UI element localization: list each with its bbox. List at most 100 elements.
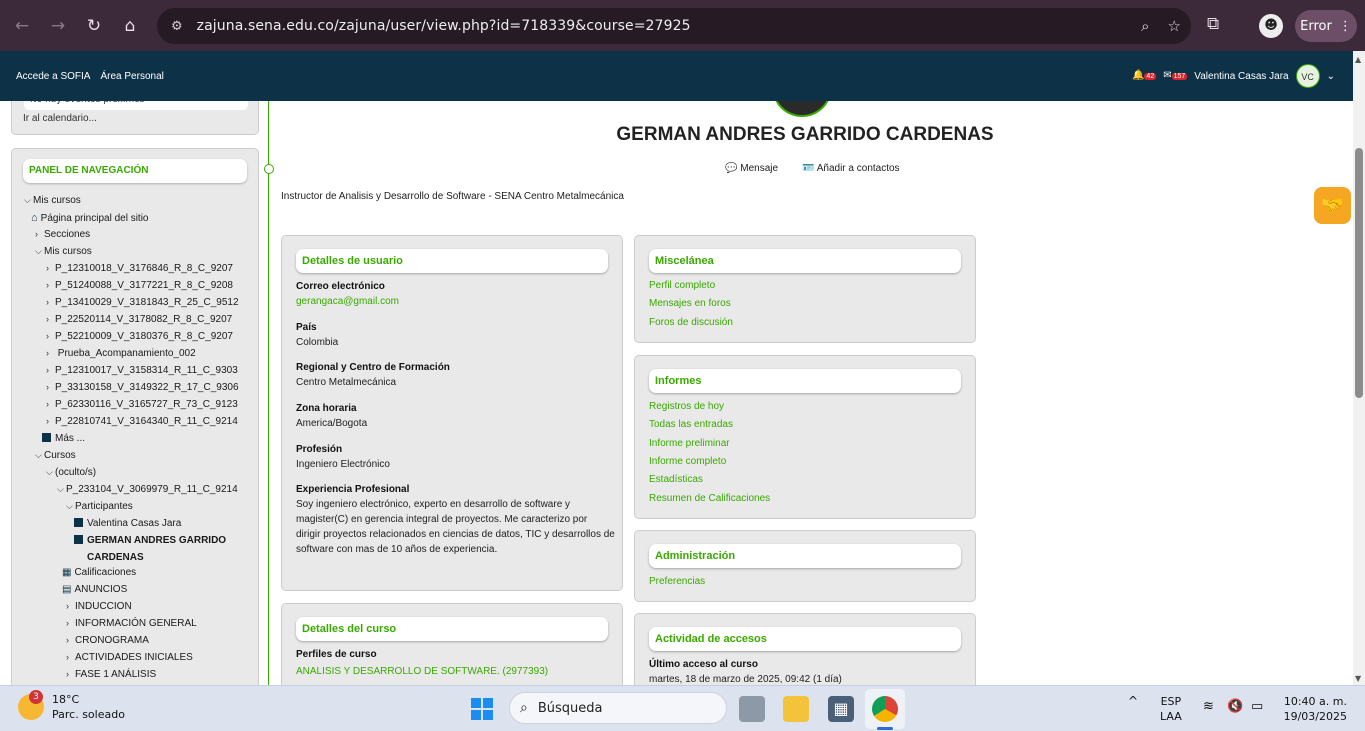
course-profile-link[interactable]: ANALISIS Y DESARROLLO DE SOFTWARE. (2977…: [296, 666, 548, 677]
tree-item[interactable]: › P_52210009_V_3180376_R_8_C_9207: [46, 331, 233, 342]
tree-item[interactable]: › INDUCCION: [66, 601, 132, 612]
tree-item[interactable]: › P_12310017_V_3158314_R_11_C_9303: [46, 365, 238, 376]
tree-item[interactable]: › P_13410029_V_3181843_R_25_C_9512: [46, 297, 239, 308]
tree-item[interactable]: ⌵ Participantes: [66, 501, 133, 512]
error-label: Error: [1300, 18, 1332, 34]
tree-item[interactable]: ⌵ Mis cursos: [35, 246, 92, 257]
add-contact-button[interactable]: 🪪 Añadir a contactos: [802, 163, 900, 174]
tree-label: INDUCCION: [75, 601, 132, 612]
tree-item[interactable]: › CRONOGRAMA: [66, 635, 149, 646]
tree-item[interactable]: › ACTIVIDADES INICIALES: [66, 652, 193, 663]
tree-item[interactable]: › P_12310018_V_3176846_R_8_C_9207: [46, 263, 233, 274]
report-link[interactable]: Estadísticas: [649, 474, 703, 485]
report-link[interactable]: Informe completo: [649, 456, 726, 467]
calculator-icon[interactable]: ▦: [828, 696, 854, 722]
chevron-right-icon: ›: [35, 229, 38, 239]
tree-item[interactable]: ⌵ P_233104_V_3069979_R_11_C_9214: [57, 484, 238, 495]
extensions-icon[interactable]: ⧉: [1207, 14, 1219, 34]
tree-item[interactable]: ⌵ Mis cursos: [24, 195, 81, 206]
back-icon[interactable]: ←: [4, 8, 40, 44]
tree-item-active[interactable]: GERMAN ANDRES GARRIDO: [74, 535, 226, 546]
page-scrollbar[interactable]: ▲ ▼: [1353, 51, 1365, 685]
tree-item[interactable]: ⌂ Página principal del sitio: [31, 212, 149, 224]
tree-label: Cursos: [44, 450, 76, 461]
task-view-icon[interactable]: [739, 696, 765, 722]
message-button[interactable]: 💬 Mensaje: [725, 163, 778, 174]
report-link[interactable]: Registros de hoy: [649, 401, 724, 412]
tree-item[interactable]: ▤ ANUNCIOS: [62, 584, 127, 595]
site-settings-icon[interactable]: ⚙: [171, 19, 183, 34]
field-value: magister(C) en gerencia integral de proy…: [296, 514, 588, 525]
full-profile-link[interactable]: Perfil completo: [649, 280, 715, 291]
forward-icon[interactable]: →: [40, 8, 76, 44]
tree-item[interactable]: › P_33130158_V_3149322_R_17_C_9306: [46, 382, 239, 393]
clock[interactable]: 10:40 a. m. 19/03/2025: [1284, 694, 1347, 724]
active-indicator: [877, 727, 893, 730]
discussions-link[interactable]: Foros de discusión: [649, 317, 733, 328]
tree-label: P_12310017_V_3158314_R_11_C_9303: [55, 365, 238, 376]
tree-item-active-cont[interactable]: CARDENAS: [87, 552, 144, 563]
tree-label: Valentina Casas Jara: [87, 518, 182, 529]
user-name[interactable]: Valentina Casas Jara: [1194, 71, 1288, 82]
report-link[interactable]: Resumen de Calificaciones: [649, 493, 770, 504]
tree-item[interactable]: › P_22810741_V_3164340_R_11_C_9214: [46, 416, 238, 427]
tree-item[interactable]: › P_62330116_V_3165727_R_73_C_9123: [46, 399, 238, 410]
report-link[interactable]: Todas las entradas: [649, 419, 733, 430]
error-button[interactable]: Error ⋮: [1295, 10, 1357, 42]
tree-label: P_13410029_V_3181843_R_25_C_9512: [55, 297, 239, 308]
tray-chevron-up-icon[interactable]: ^: [1128, 694, 1138, 709]
bookmark-star-icon[interactable]: ☆: [1168, 17, 1181, 35]
volume-muted-icon[interactable]: 🔇: [1227, 699, 1243, 714]
taskbar: 3 18°C Parc. soleado ⌕ Búsqueda ▦ ^ ESP LAA…: [0, 685, 1365, 731]
card-title: Actividad de accesos: [649, 627, 961, 651]
forum-posts-link[interactable]: Mensajes en foros: [649, 298, 731, 309]
navigation-panel: PANEL DE NAVEGACIÓN ⌵ Mis cursos ⌂ Página …: [11, 148, 259, 685]
file-explorer-icon[interactable]: [783, 696, 809, 722]
profile-icon[interactable]: ☻: [1259, 14, 1283, 38]
battery-icon[interactable]: ▭: [1251, 699, 1263, 714]
scroll-down-icon[interactable]: ▼: [1355, 674, 1361, 683]
home-icon[interactable]: ⌂: [112, 8, 148, 44]
tree-item[interactable]: Valentina Casas Jara: [74, 518, 181, 529]
email-link[interactable]: gerangaca@gmail.com: [296, 296, 399, 307]
report-link[interactable]: Informe preliminar: [649, 438, 730, 449]
tree-item[interactable]: Más ...: [42, 433, 85, 444]
address-bar[interactable]: ⚙ zajuna.sena.edu.co/zajuna/user/view.ph…: [157, 8, 1191, 44]
language-indicator[interactable]: ESP LAA: [1160, 694, 1182, 724]
personal-area-link[interactable]: Área Personal: [100, 71, 163, 82]
messages-icon[interactable]: ✉ 157: [1163, 70, 1188, 82]
tree-item[interactable]: ▦ Calificaciones: [62, 567, 136, 578]
avatar[interactable]: VC: [1295, 64, 1320, 88]
field-value: America/Bogota: [296, 418, 368, 429]
contact-card-icon: 🪪: [802, 163, 815, 174]
tree-item[interactable]: › P_51240088_V_3177221_R_8_C_9208: [46, 280, 233, 291]
tree-item[interactable]: › P_22520114_V_3178082_R_8_C_9207: [46, 314, 232, 325]
taskbar-search[interactable]: ⌕ Búsqueda: [509, 692, 727, 724]
menu-dots-icon: ⋮: [1338, 18, 1352, 34]
windows-start-icon[interactable]: [471, 698, 493, 720]
card-title: Informes: [649, 369, 961, 393]
tree-item[interactable]: ⌵ (oculto/s): [46, 467, 96, 478]
chat-bubble-icon: 💬: [725, 163, 738, 174]
chevron-down-icon: ⌵: [46, 467, 53, 477]
wifi-icon[interactable]: ≋: [1203, 699, 1214, 714]
scroll-thumb[interactable]: [1355, 148, 1363, 398]
scroll-up-icon[interactable]: ▲: [1355, 55, 1361, 64]
weather-widget[interactable]: 3 18°C Parc. soleado: [18, 690, 125, 722]
events-text: No hay eventos próximos: [24, 101, 248, 110]
tree-item[interactable]: › INFORMACIÓN GENERAL: [66, 618, 197, 629]
handshake-icon[interactable]: 🤝: [1314, 187, 1351, 224]
tree-item[interactable]: › Secciones: [35, 229, 90, 240]
preferences-link[interactable]: Preferencias: [649, 576, 705, 587]
tree-item[interactable]: › FASE 1 ANÁLISIS: [66, 669, 156, 680]
reports-card: Informes Registros de hoy Todas las entr…: [634, 355, 976, 519]
reload-icon[interactable]: ↻: [76, 8, 112, 44]
tree-item[interactable]: ⌵ Cursos: [35, 450, 76, 461]
sofia-link[interactable]: Accede a SOFIA: [16, 71, 90, 82]
tree-item[interactable]: › Prueba_Acompanamiento_002: [46, 348, 196, 359]
calendar-link[interactable]: Ir al calendario...: [23, 113, 97, 124]
notifications-icon[interactable]: 🔔 42: [1132, 70, 1157, 82]
access-card: Actividad de accesos Último acceso al cu…: [634, 613, 976, 685]
zoom-icon[interactable]: ⌕: [1141, 17, 1149, 35]
chevron-down-icon[interactable]: ⌄: [1327, 71, 1335, 82]
